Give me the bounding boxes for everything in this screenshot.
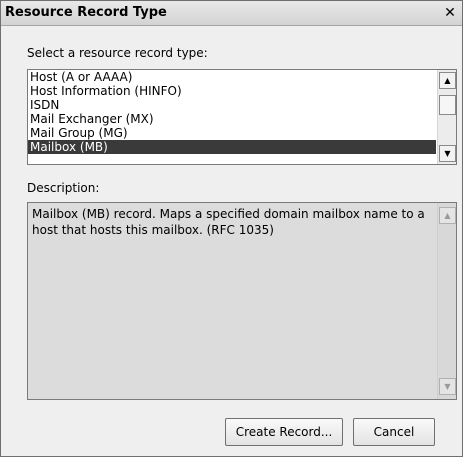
scroll-down-icon: ▼ xyxy=(439,378,456,395)
description-text: Mailbox (MB) record. Maps a specified do… xyxy=(32,207,425,237)
scrollbar-thumb[interactable] xyxy=(439,95,456,115)
record-type-list: Host (A or AAAA) Host Information (HINFO)… xyxy=(28,70,436,154)
create-record-button[interactable]: Create Record... xyxy=(225,418,343,446)
record-type-item[interactable]: Mailbox (MB) xyxy=(28,140,436,154)
scroll-down-icon[interactable]: ▼ xyxy=(439,145,456,162)
record-type-item[interactable]: ISDN xyxy=(28,98,436,112)
dialog-title: Resource Record Type xyxy=(5,5,167,20)
scroll-up-icon[interactable]: ▲ xyxy=(439,72,456,89)
record-type-item[interactable]: Mail Group (MG) xyxy=(28,126,436,140)
record-type-listbox[interactable]: Host (A or AAAA) Host Information (HINFO)… xyxy=(27,69,457,165)
description-scrollbar: ▲ ▼ xyxy=(437,203,456,399)
record-type-item[interactable]: Host (A or AAAA) xyxy=(28,70,436,84)
description-box: Mailbox (MB) record. Maps a specified do… xyxy=(27,202,457,400)
cancel-button[interactable]: Cancel xyxy=(353,418,435,446)
scroll-up-icon: ▲ xyxy=(439,207,456,224)
record-type-item[interactable]: Host Information (HINFO) xyxy=(28,84,436,98)
record-list-scrollbar[interactable]: ▲ ▼ xyxy=(437,70,456,164)
resource-record-type-dialog: Resource Record Type ✕ Select a resource… xyxy=(0,0,463,457)
description-label: Description: xyxy=(27,181,100,195)
select-type-label: Select a resource record type: xyxy=(27,46,208,60)
record-type-item[interactable]: Mail Exchanger (MX) xyxy=(28,112,436,126)
close-icon[interactable]: ✕ xyxy=(442,5,458,21)
title-bar: Resource Record Type ✕ xyxy=(1,1,462,26)
